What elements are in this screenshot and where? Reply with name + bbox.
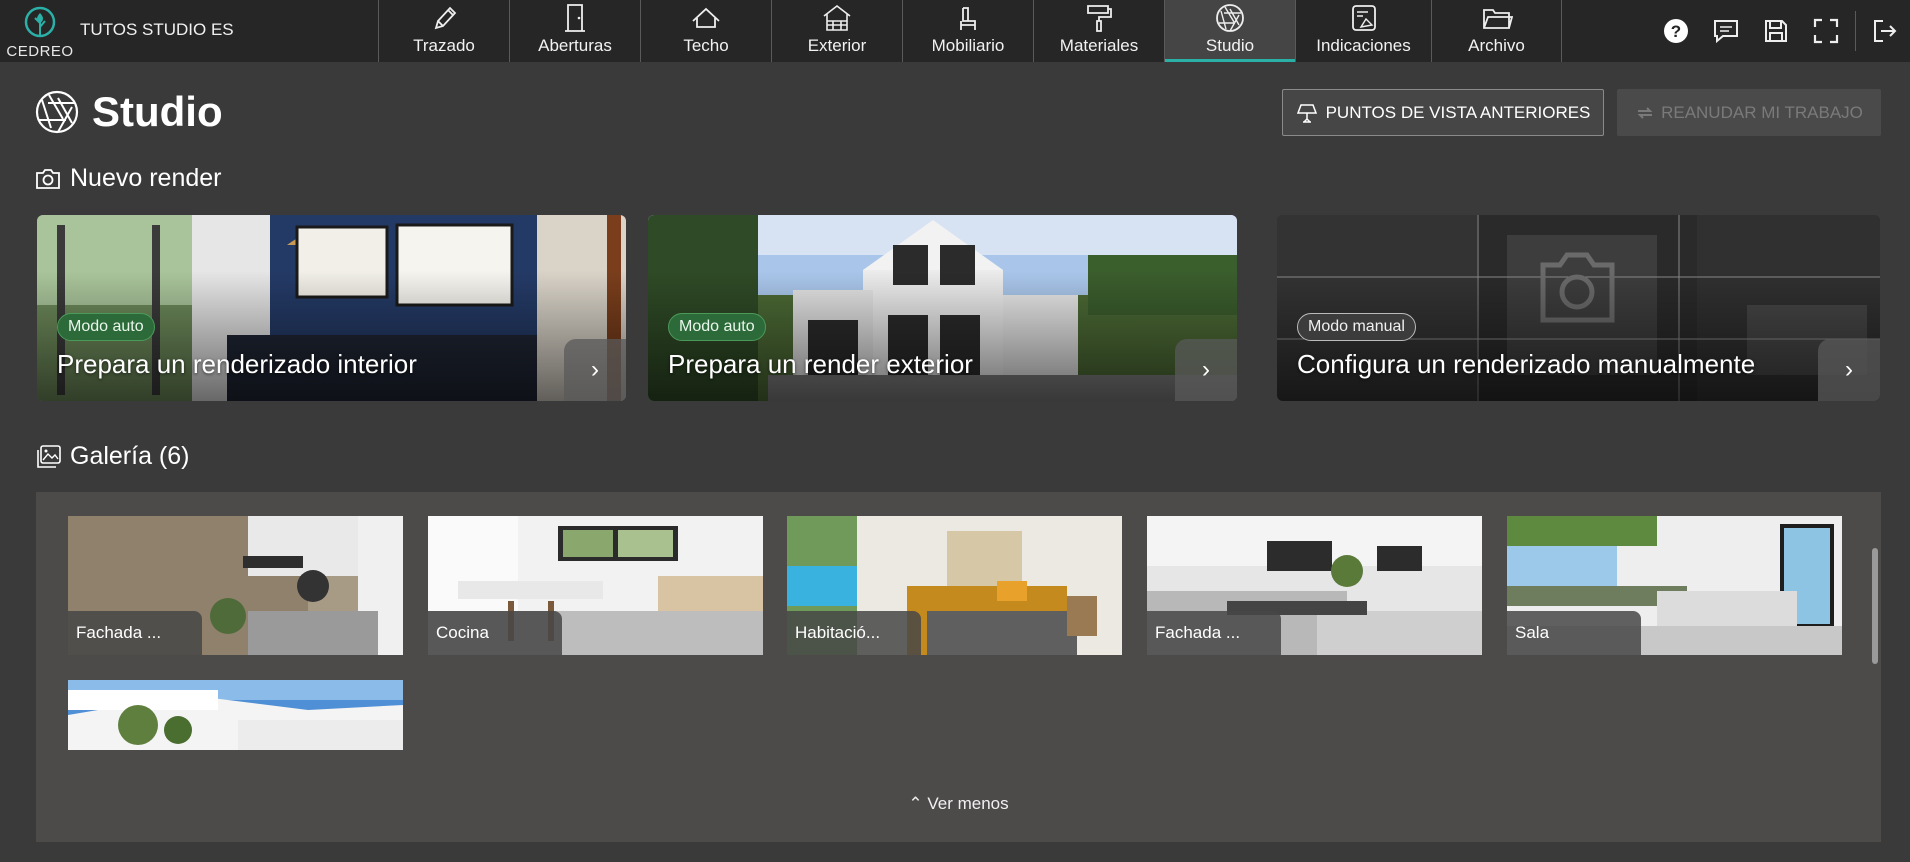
save-button[interactable] [1751,0,1801,62]
chair-icon [960,7,976,30]
page-title: Studio [92,88,223,135]
mode-badge: Modo manual [1297,313,1416,341]
render-card-interior[interactable]: Modo auto Prepara un renderizado interio… [37,215,626,401]
nav-label: Exterior [807,36,867,55]
project-name: TUTOS STUDIO ES [80,20,234,39]
svg-text:?: ? [1671,22,1681,41]
chevron-right-icon[interactable]: › [1818,339,1880,401]
cedreo-logo[interactable]: CEDREO [4,2,74,60]
help-button[interactable]: ? [1651,0,1701,62]
gallery-item-label: Fachada ... [1147,611,1281,655]
house-exterior-icon [823,4,851,31]
gallery-item[interactable] [68,680,403,750]
roof-icon [692,7,720,28]
chevron-right-icon[interactable]: › [564,339,626,401]
top-bar: CEDREO TUTOS STUDIO ES Trazado Aberturas… [0,0,1910,62]
gallery-heading: Galería (6) [34,442,189,471]
gallery-scrollbar[interactable] [1872,548,1878,664]
nav-techo[interactable]: Techo [640,0,771,62]
nav-archivo[interactable]: Archivo [1431,0,1562,62]
previous-views-label: PUNTOS DE VISTA ANTERIORES [1325,102,1591,122]
nav-label: Mobiliario [931,36,1005,55]
card-title: Prepara un renderizado interior [57,349,417,379]
brand-area: CEDREO TUTOS STUDIO ES [0,0,378,62]
fullscreen-button[interactable] [1801,0,1851,62]
refresh-icon [1637,106,1653,119]
aperture-icon [35,90,79,134]
comments-button[interactable] [1701,0,1751,62]
gallery-item-label: Sala [1507,611,1641,655]
paint-roller-icon [1087,5,1112,32]
fullscreen-icon [1813,18,1839,44]
logout-button[interactable] [1860,0,1910,62]
render-card-exterior[interactable]: Modo auto Prepara un render exterior › [648,215,1237,401]
nav-label: Materiales [1059,36,1139,55]
render-card-manual[interactable]: Modo manual Configura un renderizado man… [1277,215,1880,401]
nav-indicaciones[interactable]: Indicaciones [1295,0,1431,62]
save-icon [1765,20,1787,42]
divider [1855,11,1856,51]
nav-aberturas[interactable]: Aberturas [509,0,640,62]
previous-views-button[interactable]: PUNTOS DE VISTA ANTERIORES [1282,89,1604,136]
logout-icon [1874,20,1897,42]
nav-mobiliario[interactable]: Mobiliario [902,0,1033,62]
nav-trazado[interactable]: Trazado [378,0,509,62]
gallery-item[interactable]: Cocina [428,516,763,655]
top-actions: ? [1651,0,1910,62]
nav-label: Techo [683,36,729,55]
gallery-icon [37,444,61,468]
comments-icon [1714,20,1738,44]
nav-materiales[interactable]: Materiales [1033,0,1164,62]
resume-work-button[interactable]: REANUDAR MI TRABAJO [1617,89,1881,136]
gallery-item[interactable]: Sala [1507,516,1842,655]
logo-text: CEDREO [6,43,74,60]
show-less-toggle[interactable]: ⌃ Ver menos [36,794,1881,814]
mode-badge: Modo auto [57,313,155,341]
camera-icon [36,168,60,189]
chevron-right-icon[interactable]: › [1175,339,1237,401]
new-render-heading: Nuevo render [34,164,221,193]
gallery-thumbnail [68,680,403,750]
mode-badge: Modo auto [668,313,766,341]
aperture-icon [1216,4,1244,32]
nav-label: Aberturas [538,36,612,55]
resume-work-label: REANUDAR MI TRABAJO [1661,102,1863,122]
card-title: Configura un renderizado manualmente [1297,349,1756,379]
door-icon [565,4,585,32]
cedreo-leaf-icon [24,6,56,38]
gallery-item-label: Cocina [428,611,562,655]
lamp-icon [1296,103,1317,123]
section-title: Galería (6) [70,442,190,470]
nav-label: Trazado [413,36,475,55]
gallery-panel: Fachada ... Cocina Habitació... Fachada … [36,492,1881,842]
nav-label: Studio [1205,36,1255,55]
gallery-item[interactable]: Fachada ... [68,516,403,655]
page-header: Studio [34,88,223,136]
gallery-item[interactable]: Habitació... [787,516,1122,655]
nav-exterior[interactable]: Exterior [771,0,902,62]
nav-studio[interactable]: Studio [1164,0,1295,62]
folder-icon [1482,9,1513,29]
nav-label: Indicaciones [1316,36,1411,55]
annotation-icon [1351,5,1376,31]
help-icon: ? [1664,19,1688,43]
gallery-item[interactable]: Fachada ... [1147,516,1482,655]
card-title: Prepara un render exterior [668,349,973,379]
section-title: Nuevo render [70,164,222,192]
gallery-item-label: Habitació... [787,611,921,655]
chevron-up-icon: ⌃ [908,794,923,813]
gallery-item-label: Fachada ... [68,611,202,655]
nav-label: Archivo [1468,36,1525,55]
show-less-label: Ver menos [927,794,1009,813]
main-nav: Trazado Aberturas Techo Exterior Mobilia… [378,0,1562,62]
pencil-icon [434,6,457,30]
